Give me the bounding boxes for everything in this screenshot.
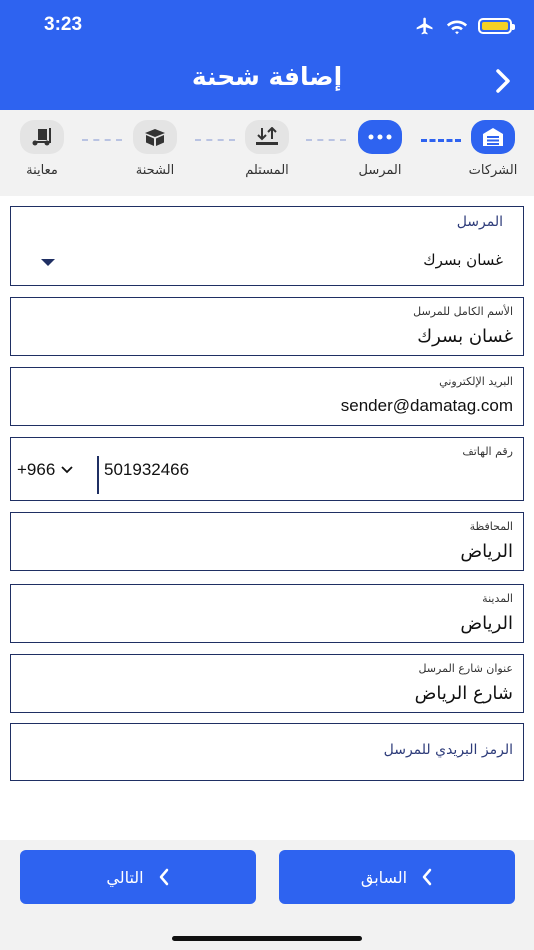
step-label: معاينة bbox=[26, 163, 58, 178]
step-shipment[interactable]: الشحنة bbox=[110, 120, 200, 178]
full-name-value: غسان بسرك bbox=[417, 326, 513, 347]
phone-divider bbox=[97, 456, 99, 494]
city-value: الرياض bbox=[460, 613, 513, 634]
postal-code-field[interactable]: الرمز البريدي للمرسل bbox=[10, 723, 524, 781]
hand-truck-icon bbox=[32, 128, 51, 146]
step-label: الشحنة bbox=[135, 163, 175, 178]
step-sender[interactable]: المرسل bbox=[335, 120, 425, 178]
chevron-left-icon bbox=[159, 868, 168, 886]
province-field[interactable]: المحافظة الرياض bbox=[10, 512, 524, 571]
status-icons bbox=[414, 16, 515, 36]
street-label: عنوان شارع المرسل bbox=[418, 662, 513, 675]
previous-label: السابق bbox=[360, 867, 408, 887]
previous-button[interactable]: السابق bbox=[279, 850, 515, 904]
phone-label: رقم الهاتف bbox=[462, 445, 513, 458]
street-value: شارع الرياض bbox=[414, 683, 513, 704]
chevron-right-icon bbox=[496, 69, 510, 93]
status-time: 3:23 bbox=[44, 14, 83, 35]
page-title: إضافة شحنة bbox=[191, 62, 343, 91]
country-code: +966 bbox=[17, 460, 56, 479]
footer-bar: السابق التالي bbox=[0, 840, 534, 950]
next-label: التالي bbox=[106, 867, 144, 887]
app-header: 3:23 إضافة شحنة bbox=[0, 0, 534, 110]
sender-select-label: المرسل bbox=[456, 214, 503, 230]
sender-select-value: غسان بسرك bbox=[423, 251, 503, 269]
wifi-icon bbox=[446, 20, 468, 35]
step-review[interactable]: معاينة bbox=[0, 120, 87, 178]
city-field[interactable]: المدينة الرياض bbox=[10, 584, 524, 643]
full-name-field[interactable]: الأسم الكامل للمرسل غسان بسرك bbox=[10, 297, 524, 356]
receive-arrow-icon bbox=[256, 127, 278, 145]
postal-code-placeholder: الرمز البريدي للمرسل bbox=[383, 742, 513, 758]
step-label: المرسل bbox=[358, 163, 402, 178]
dropdown-caret-icon bbox=[41, 259, 55, 266]
city-label: المدينة bbox=[482, 592, 513, 605]
open-box-icon bbox=[145, 129, 165, 146]
step-label: المستلم bbox=[245, 163, 289, 178]
back-button[interactable] bbox=[488, 64, 518, 98]
phone-number-input[interactable]: 501932466 bbox=[104, 460, 189, 480]
email-value: sender@damatag.com bbox=[340, 396, 513, 415]
progress-stepper: الشركات المرسل المستلم الشحنة معاينة bbox=[0, 110, 534, 196]
province-label: المحافظة bbox=[469, 520, 513, 533]
airplane-icon bbox=[416, 17, 433, 35]
province-value: الرياض bbox=[460, 541, 513, 562]
phone-field[interactable]: رقم الهاتف +966 501932466 bbox=[10, 437, 524, 501]
more-dots-icon bbox=[368, 134, 392, 140]
email-field[interactable]: البريد الإلكتروني sender@damatag.com bbox=[10, 367, 524, 426]
chevron-down-icon bbox=[61, 466, 73, 474]
country-code-select[interactable]: +966 bbox=[17, 460, 73, 480]
email-label: البريد الإلكتروني bbox=[439, 375, 513, 388]
sender-select[interactable]: المرسل غسان بسرك bbox=[10, 206, 524, 286]
full-name-label: الأسم الكامل للمرسل bbox=[413, 305, 513, 318]
street-field[interactable]: عنوان شارع المرسل شارع الرياض bbox=[10, 654, 524, 713]
chevron-right-icon bbox=[422, 868, 432, 886]
step-label: الشركات bbox=[468, 163, 518, 178]
garage-icon bbox=[483, 128, 503, 146]
step-receiver[interactable]: المستلم bbox=[222, 120, 312, 178]
step-companies[interactable]: الشركات bbox=[448, 120, 534, 178]
home-indicator bbox=[172, 936, 362, 941]
battery-icon bbox=[478, 18, 515, 34]
next-button[interactable]: التالي bbox=[20, 850, 256, 904]
